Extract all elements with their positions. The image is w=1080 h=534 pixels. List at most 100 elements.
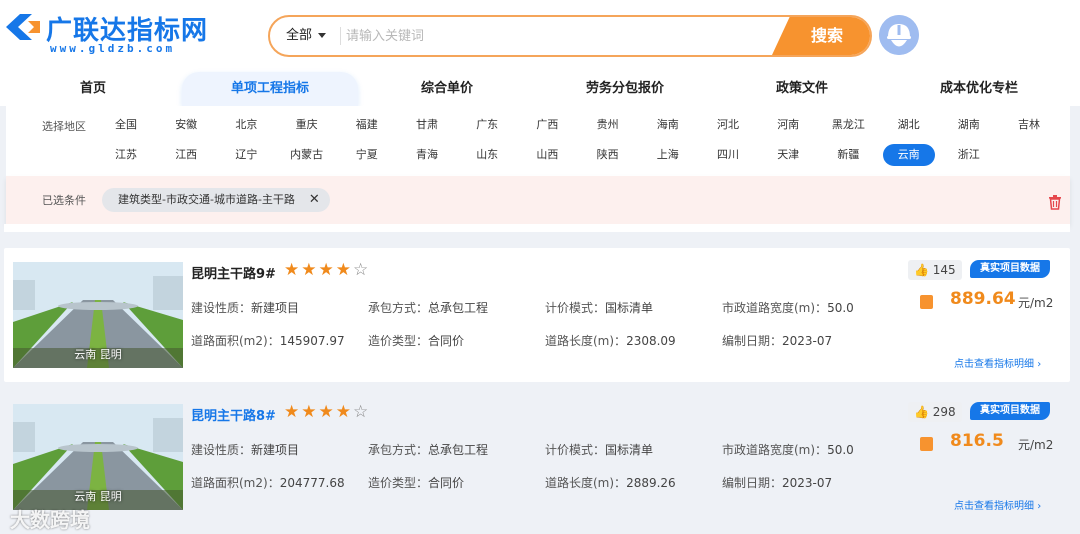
search-scope-label: 全部 xyxy=(286,28,313,43)
real-data-badge: 真实项目数据 xyxy=(970,402,1050,420)
chevron-down-icon xyxy=(318,33,327,38)
region-option[interactable]: 全国 xyxy=(100,114,152,136)
region-option[interactable]: 北京 xyxy=(220,114,272,136)
unit-price: 889.64 xyxy=(950,289,1016,309)
region-option[interactable]: 重庆 xyxy=(281,114,333,136)
chevron-right-icon: › xyxy=(1037,501,1042,512)
region-option[interactable]: 四川 xyxy=(702,144,754,166)
region-option[interactable]: 安徽 xyxy=(160,114,212,136)
region-option[interactable]: 江西 xyxy=(160,144,212,166)
logo-chevron-icon xyxy=(6,14,40,40)
contract-value: 总承包工程 xyxy=(428,301,489,315)
region-option[interactable]: 辽宁 xyxy=(220,144,272,166)
region-option[interactable]: 黑龙江 xyxy=(822,114,874,136)
tab-home[interactable]: 首页 xyxy=(43,72,143,106)
price-tag-icon xyxy=(920,437,933,451)
compile-date-field: 编制日期：2023-07 xyxy=(722,474,832,491)
region-option[interactable]: 甘肃 xyxy=(401,114,453,136)
region-option[interactable]: 陕西 xyxy=(582,144,634,166)
region-option[interactable]: 广东 xyxy=(461,114,513,136)
road-width-label: 市政道路宽度(m)： xyxy=(722,443,828,457)
project-title[interactable]: 昆明主干路8# xyxy=(191,405,276,424)
selected-conditions: 已选条件 建筑类型-市政交通-城市道路-主干路 ✕ xyxy=(6,176,1070,224)
region-option[interactable]: 江苏 xyxy=(100,144,152,166)
project-card[interactable]: 云南 昆明 昆明主干路9# ★★★★☆ 建设性质：新建项目 承包方式：总承包工程 计价模式… xyxy=(4,248,1070,382)
price-tag-icon xyxy=(920,295,933,309)
region-option[interactable]: 河南 xyxy=(762,114,814,136)
region-option[interactable]: 吉林 xyxy=(1003,114,1055,136)
road-area-field: 道路面积(m2)：204777.68 xyxy=(191,474,345,491)
region-option[interactable]: 天津 xyxy=(762,144,814,166)
site-logo[interactable]: 广联达指标网 www.gldzb.com xyxy=(6,10,226,60)
tab-cost-optimization[interactable]: 成本优化专栏 xyxy=(924,72,1034,106)
road-width-field: 市政道路宽度(m)：50.0 xyxy=(722,299,854,316)
like-button[interactable]: 👍 145 xyxy=(908,260,962,280)
project-card[interactable]: 云南 昆明 昆明主干路8# ★★★★☆ 建设性质：新建项目 承包方式：总承包工程 计价模式… xyxy=(4,390,1070,524)
road-width-value: 50.0 xyxy=(827,301,854,315)
main-nav: 首页 单项工程指标 综合单价 劳务分包报价 政策文件 成本优化专栏 xyxy=(0,72,1080,106)
cost-type-field: 造价类型：合同价 xyxy=(368,474,464,491)
region-option[interactable]: 新疆 xyxy=(822,144,874,166)
watermark: 大数跨境 xyxy=(10,508,90,532)
road-length-label: 道路长度(m)： xyxy=(545,476,627,490)
region-option[interactable]: 贵州 xyxy=(582,114,634,136)
thumbs-up-icon: 👍 xyxy=(914,405,929,419)
road-width-value: 50.0 xyxy=(827,443,854,457)
star-empty-icon: ☆ xyxy=(353,402,371,422)
road-area-value: 204777.68 xyxy=(279,476,345,490)
road-length-field: 道路长度(m)：2308.09 xyxy=(545,332,676,349)
cost-type-value: 合同价 xyxy=(428,476,465,490)
trash-icon[interactable] xyxy=(1048,194,1062,210)
region-option[interactable]: 湖北 xyxy=(883,114,935,136)
region-option[interactable]: 福建 xyxy=(341,114,393,136)
star-filled-icon: ★ xyxy=(318,260,336,280)
view-detail-link[interactable]: 点击查看指标明细 › xyxy=(954,355,1041,370)
like-count: 298 xyxy=(932,405,956,419)
contract-field: 承包方式：总承包工程 xyxy=(368,441,488,458)
tab-labor-subcontract[interactable]: 劳务分包报价 xyxy=(565,72,685,106)
region-option[interactable]: 上海 xyxy=(642,144,694,166)
pricing-value: 国标清单 xyxy=(605,443,654,457)
road-length-label: 道路长度(m)： xyxy=(545,334,627,348)
star-filled-icon: ★ xyxy=(335,402,353,422)
region-option[interactable]: 青海 xyxy=(401,144,453,166)
user-avatar[interactable] xyxy=(879,15,919,55)
tab-policy[interactable]: 政策文件 xyxy=(752,72,852,106)
like-button[interactable]: 👍 298 xyxy=(908,402,962,422)
star-filled-icon: ★ xyxy=(335,260,353,280)
condition-tag[interactable]: 建筑类型-市政交通-城市道路-主干路 ✕ xyxy=(102,188,330,212)
region-option[interactable]: 河北 xyxy=(702,114,754,136)
close-icon[interactable]: ✕ xyxy=(309,192,320,207)
project-thumbnail[interactable]: 云南 昆明 xyxy=(13,404,183,510)
region-option[interactable]: 宁夏 xyxy=(341,144,393,166)
region-option[interactable]: 山东 xyxy=(461,144,513,166)
project-title[interactable]: 昆明主干路9# xyxy=(191,263,276,282)
view-detail-link[interactable]: 点击查看指标明细 › xyxy=(954,497,1041,512)
road-length-field: 道路长度(m)：2889.26 xyxy=(545,474,676,491)
star-filled-icon: ★ xyxy=(301,260,319,280)
project-thumbnail[interactable]: 云南 昆明 xyxy=(13,262,183,368)
region-option[interactable]: 内蒙古 xyxy=(281,144,333,166)
region-option[interactable]: 浙江 xyxy=(943,144,995,166)
tab-single-project-index[interactable]: 单项工程指标 xyxy=(182,72,358,106)
region-option[interactable]: 云南 xyxy=(882,144,935,166)
search-button[interactable]: 搜索 xyxy=(772,17,870,55)
region-option[interactable]: 广西 xyxy=(521,114,573,136)
region-option[interactable]: 湖南 xyxy=(943,114,995,136)
compile-date-field: 编制日期：2023-07 xyxy=(722,332,832,349)
region-option[interactable]: 海南 xyxy=(642,114,694,136)
road-width-label: 市政道路宽度(m)： xyxy=(722,301,828,315)
user-helmet-icon xyxy=(879,15,919,55)
thumbnail-location: 云南 昆明 xyxy=(74,348,122,361)
search-input[interactable] xyxy=(346,21,766,51)
search-bar: 全部 搜索 xyxy=(268,15,872,57)
view-detail-label: 点击查看指标明细 xyxy=(954,501,1034,512)
chevron-right-icon: › xyxy=(1037,359,1042,370)
build-nature-value: 新建项目 xyxy=(251,443,300,457)
region-option[interactable]: 山西 xyxy=(521,144,573,166)
tab-composite-unit-price[interactable]: 综合单价 xyxy=(397,72,497,106)
thumbs-up-icon: 👍 xyxy=(914,263,929,277)
cost-type-value: 合同价 xyxy=(428,334,465,348)
compile-date-label: 编制日期： xyxy=(722,476,783,490)
search-scope-select[interactable]: 全部 xyxy=(286,17,327,55)
